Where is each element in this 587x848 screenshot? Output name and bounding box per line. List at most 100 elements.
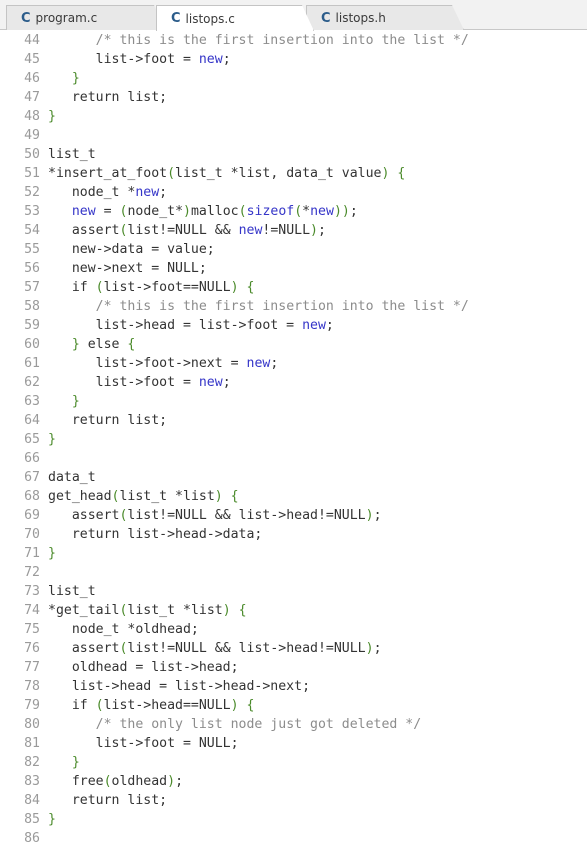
code-line[interactable]: 79 if (list->head==NULL) { bbox=[0, 696, 587, 715]
code-line[interactable]: 82 } bbox=[0, 753, 587, 772]
code-line[interactable]: 59 list->head = list->foot = new; bbox=[0, 316, 587, 335]
code-text: } bbox=[48, 432, 56, 447]
code-text: list_t bbox=[48, 584, 96, 599]
code-line[interactable]: 77 oldhead = list->head; bbox=[0, 658, 587, 677]
tab-label: program.c bbox=[35, 11, 98, 25]
code-text: } bbox=[48, 109, 56, 124]
code-text: /* this is the first insertion into the … bbox=[95, 33, 469, 48]
c-file-icon: C bbox=[21, 10, 31, 26]
code-line[interactable]: 67 data_t bbox=[0, 468, 587, 487]
code-line[interactable]: 47 return list; bbox=[0, 88, 587, 107]
tab-program-c[interactable]: C program.c bbox=[6, 5, 166, 30]
code-line[interactable]: 78 list->head = list->head->next; bbox=[0, 677, 587, 696]
code-line[interactable]: 46 } bbox=[0, 69, 587, 88]
line-number: 69 bbox=[24, 508, 40, 523]
code-line[interactable]: 64 return list; bbox=[0, 411, 587, 430]
code-text: } bbox=[71, 394, 80, 409]
line-number: 49 bbox=[24, 128, 40, 143]
code-line[interactable]: 54 assert(list!=NULL && new!=NULL); bbox=[0, 221, 587, 240]
line-number: 57 bbox=[24, 280, 40, 295]
code-line[interactable]: 62 list->foot = new; bbox=[0, 373, 587, 392]
tab-listops-c[interactable]: C listops.c bbox=[156, 5, 314, 31]
code-line[interactable]: 70 return list->head->data; bbox=[0, 525, 587, 544]
code-line[interactable]: 50 list_t bbox=[0, 145, 587, 164]
code-line[interactable]: 72 bbox=[0, 563, 587, 582]
line-number: 85 bbox=[24, 812, 40, 827]
code-text: } bbox=[71, 755, 80, 770]
code-line[interactable]: 75 node_t *oldhead; bbox=[0, 620, 587, 639]
code-text: oldhead = list->head; bbox=[48, 660, 239, 675]
code-line[interactable]: 58 /* this is the first insertion into t… bbox=[0, 297, 587, 316]
code-line[interactable]: 84 return list; bbox=[0, 791, 587, 810]
line-number: 81 bbox=[24, 736, 40, 751]
code-text: return list; bbox=[48, 793, 168, 808]
code-text: *get_tail(list_t *list) { bbox=[48, 603, 247, 618]
code-text: list->foot = new; bbox=[48, 375, 231, 390]
code-text: list->head = list->head->next; bbox=[48, 679, 311, 694]
code-line[interactable]: 68 get_head(list_t *list) { bbox=[0, 487, 587, 506]
code-text: /* this is the first insertion into the … bbox=[95, 299, 469, 314]
code-text: node_t *new; bbox=[48, 185, 168, 200]
code-text: node_t *oldhead; bbox=[48, 622, 199, 637]
line-number: 84 bbox=[24, 793, 40, 808]
line-number: 58 bbox=[24, 299, 40, 314]
line-number: 64 bbox=[24, 413, 40, 428]
line-number: 80 bbox=[24, 717, 40, 732]
code-line[interactable]: 61 list->foot->next = new; bbox=[0, 354, 587, 373]
line-number: 60 bbox=[24, 337, 40, 352]
line-number: 56 bbox=[24, 261, 40, 276]
code-line[interactable]: 48} bbox=[0, 107, 587, 126]
code-line[interactable]: 63 } bbox=[0, 392, 587, 411]
code-line[interactable]: 74 *get_tail(list_t *list) { bbox=[0, 601, 587, 620]
line-number: 77 bbox=[24, 660, 40, 675]
line-number: 63 bbox=[24, 394, 40, 409]
code-text: return list; bbox=[48, 90, 168, 105]
code-line[interactable]: 85} bbox=[0, 810, 587, 829]
code-line[interactable]: 65} bbox=[0, 430, 587, 449]
code-text: assert(list!=NULL && list->head!=NULL); bbox=[48, 641, 382, 656]
line-number: 82 bbox=[24, 755, 40, 770]
tab-label: listops.h bbox=[335, 11, 386, 25]
code-line[interactable]: 56 new->next = NULL; bbox=[0, 259, 587, 278]
code-line[interactable]: 45 list->foot = new; bbox=[0, 50, 587, 69]
code-line[interactable]: 80 /* the only list node just got delete… bbox=[0, 715, 587, 734]
line-number: 47 bbox=[24, 90, 40, 105]
code-line[interactable]: 71} bbox=[0, 544, 587, 563]
code-text: list->foot = NULL; bbox=[48, 736, 239, 751]
line-number: 65 bbox=[24, 432, 40, 447]
line-number: 59 bbox=[24, 318, 40, 333]
code-line[interactable]: 66 bbox=[0, 449, 587, 468]
code-text: list->head = list->foot = new; bbox=[48, 318, 334, 333]
code-line[interactable]: 69 assert(list!=NULL && list->head!=NULL… bbox=[0, 506, 587, 525]
line-number: 51 bbox=[24, 166, 40, 181]
code-text: assert(list!=NULL && new!=NULL); bbox=[48, 223, 326, 238]
line-number: 75 bbox=[24, 622, 40, 637]
code-line[interactable]: 53 new = (node_t*)malloc(sizeof(*new)); bbox=[0, 202, 587, 221]
code-text: } bbox=[48, 812, 56, 827]
tab-label: listops.c bbox=[185, 11, 235, 26]
tab-listops-h[interactable]: C listops.h bbox=[306, 5, 464, 30]
line-number: 55 bbox=[24, 242, 40, 257]
line-number: 79 bbox=[24, 698, 40, 713]
code-line[interactable]: 55 new->data = value; bbox=[0, 240, 587, 259]
code-text: list->foot = new; bbox=[48, 52, 231, 67]
code-line[interactable]: 44 /* this is the first insertion into t… bbox=[0, 31, 587, 50]
code-text: get_head(list_t *list) { bbox=[48, 489, 239, 504]
code-line[interactable]: 83 free(oldhead); bbox=[0, 772, 587, 791]
code-line[interactable]: 81 list->foot = NULL; bbox=[0, 734, 587, 753]
c-file-icon: C bbox=[321, 10, 331, 26]
code-editor[interactable]: 44 /* this is the first insertion into t… bbox=[0, 31, 587, 848]
code-line[interactable]: 49 bbox=[0, 126, 587, 145]
code-text: free(oldhead); bbox=[48, 774, 184, 789]
code-text: } bbox=[48, 546, 56, 561]
line-number: 54 bbox=[24, 223, 40, 238]
line-number: 86 bbox=[24, 831, 40, 846]
code-line[interactable]: 86 bbox=[0, 829, 587, 848]
code-line[interactable]: 73 list_t bbox=[0, 582, 587, 601]
code-line[interactable]: 60 } else { bbox=[0, 335, 587, 354]
line-number: 67 bbox=[24, 470, 40, 485]
code-line[interactable]: 76 assert(list!=NULL && list->head!=NULL… bbox=[0, 639, 587, 658]
code-line[interactable]: 57 if (list->foot==NULL) { bbox=[0, 278, 587, 297]
code-line[interactable]: 52 node_t *new; bbox=[0, 183, 587, 202]
code-line[interactable]: 51 *insert_at_foot(list_t *list, data_t v… bbox=[0, 164, 587, 183]
